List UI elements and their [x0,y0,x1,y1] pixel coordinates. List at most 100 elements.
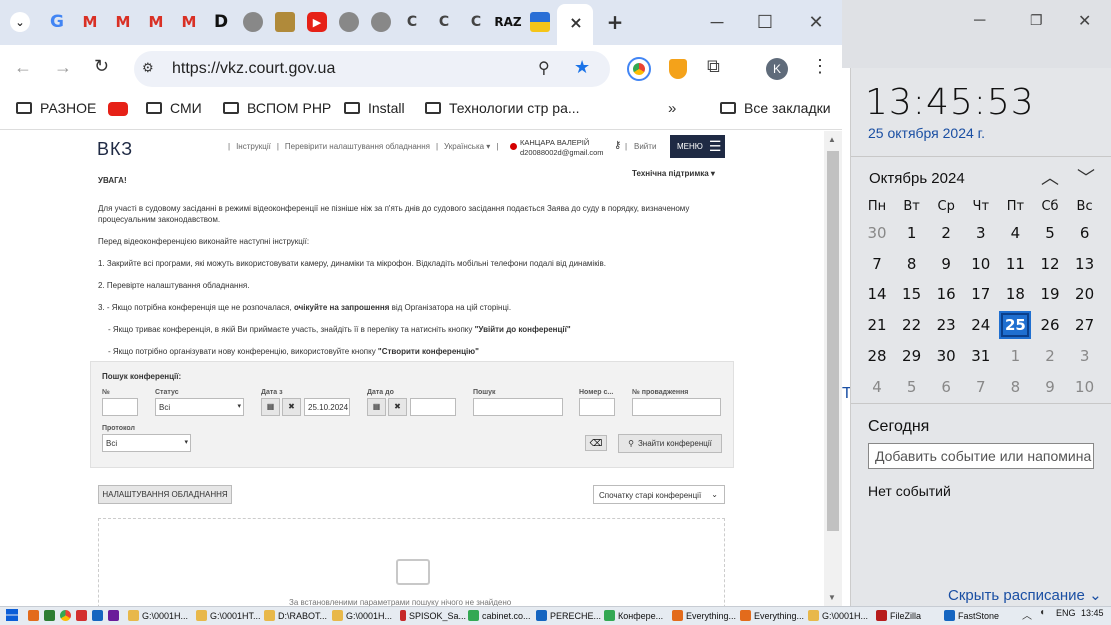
site-info-icon[interactable]: ⚙ [142,60,154,76]
tray-up-icon[interactable]: ︿ [1022,607,1032,622]
prev-month-icon[interactable]: ︿ [1041,164,1059,190]
taskbar-window-button[interactable]: FileZilla [876,607,942,624]
taskbar-window-button[interactable]: Конфере... [604,607,670,624]
bookmark-folder-tech[interactable]: Технологии стр ра... [425,100,580,116]
case-number-input[interactable] [579,398,615,416]
calendar-day[interactable]: 26 [1034,311,1066,339]
calendar-day[interactable]: 28 [861,342,893,370]
tab-gmail-3[interactable]: M [146,12,166,32]
tray-lang[interactable]: ENG [1056,608,1076,618]
url-text[interactable]: https://vkz.court.gov.ua [172,60,335,78]
search-text-input[interactable] [473,398,563,416]
logout-link[interactable]: Вийти [634,142,656,151]
scroll-down-icon[interactable]: ▼ [828,593,836,602]
tab-search-icon[interactable]: ⌄ [10,12,30,32]
bookmark-folder-smi[interactable]: СМИ [146,100,202,116]
address-bar[interactable]: ⚙ https://vkz.court.gov.ua ⚲ ★ [134,51,610,87]
taskbar-window-button[interactable]: G:\0001HT... [196,607,262,624]
new-tab-button[interactable]: + [605,10,625,34]
calendar-day[interactable]: 15 [896,280,928,308]
chrome-menu-icon[interactable]: ⋮ [811,56,829,77]
calendar-day[interactable]: 21 [861,311,893,339]
tab-ua-flag-icon[interactable] [530,12,550,32]
taskbar-window-button[interactable]: D:\RABOT... [264,607,330,624]
zoom-icon[interactable]: ⚲ [538,58,550,78]
calendar-day[interactable]: 4 [861,373,893,401]
minimize-icon[interactable]: ─ [974,12,985,30]
scroll-thumb[interactable] [827,151,839,531]
maximize-icon[interactable]: ☐ [753,10,777,34]
taskbar-app-icon[interactable] [44,610,55,621]
taskbar-window-button[interactable]: SPISOK_Sa... [400,607,466,624]
calendar-day[interactable]: 10 [965,250,997,278]
calendar-day[interactable]: 7 [861,250,893,278]
clock-date[interactable]: 25 октября 2024 г. [868,125,985,141]
user-name[interactable]: КАНЦАРА ВАЛЕРІЙ [520,138,589,147]
month-title[interactable]: Октябрь 2024 [869,170,965,187]
tab-close-icon[interactable]: × [566,12,586,32]
calendar-day[interactable]: 8 [896,250,928,278]
calendar-day[interactable]: 4 [999,219,1031,247]
calendar-day[interactable]: 5 [1034,219,1066,247]
tab-c3[interactable]: C [466,12,486,32]
bookmark-folder-install[interactable]: Install [344,100,405,116]
nav-language[interactable]: Українська ▾ [444,142,490,151]
taskbar-app-icon[interactable] [28,610,39,621]
bookmark-folder-raznoe[interactable]: РАЗНОЕ [16,100,96,116]
tab-gmail-1[interactable]: M [80,12,100,32]
nav-check-equipment[interactable]: Перевірити налаштування обладнання [285,142,430,151]
tab-google[interactable]: G [47,12,67,32]
tab-globe-icon-2[interactable] [339,12,359,32]
nav-instructions[interactable]: Інструкції [236,142,271,151]
tab-raz[interactable]: RAZ [494,12,521,32]
minimize-icon[interactable]: ─ [705,10,729,34]
more-bookmarks-icon[interactable]: » [668,100,676,117]
profile-avatar[interactable]: K [766,58,788,80]
tab-site-icon[interactable] [275,12,295,32]
hide-schedule-link[interactable]: Скрыть расписание ⌄ [948,586,1102,604]
tab-d[interactable]: D [211,12,231,32]
restore-icon[interactable]: ❐ [1030,12,1043,29]
chrome-extension-icon[interactable] [627,57,651,81]
calendar-day[interactable]: 24 [965,311,997,339]
calendar-day[interactable]: 10 [1069,373,1101,401]
calendar-day[interactable]: 14 [861,280,893,308]
tab-c1[interactable]: C [402,12,422,32]
date-from-calendar-button[interactable]: ▦ [261,398,280,416]
calendar-day[interactable]: 2 [930,219,962,247]
calendar-day[interactable]: 13 [1069,250,1101,278]
equipment-settings-button[interactable]: НАЛАШТУВАННЯ ОБЛАДНАННЯ [98,485,232,504]
taskbar-app-icon[interactable] [92,610,103,621]
find-conferences-button[interactable]: ⚲ Знайти конференції [618,434,722,453]
calendar-day[interactable]: 7 [965,373,997,401]
sort-select[interactable]: Спочатку старі конференції ⌄ [593,485,725,504]
back-icon[interactable]: ← [14,57,32,78]
bookmark-folder-all[interactable]: Все закладки [720,100,831,116]
taskbar-window-button[interactable]: Everything... [740,607,806,624]
tab-gmail-4[interactable]: M [179,12,199,32]
taskbar-window-button[interactable]: Everything... [672,607,738,624]
date-to-calendar-button[interactable]: ▦ [367,398,386,416]
calendar-day[interactable]: 3 [965,219,997,247]
calendar-day[interactable]: 30 [861,219,893,247]
clear-filters-button[interactable]: ⌫ [585,435,607,451]
calendar-day[interactable]: 16 [930,280,962,308]
taskbar-window-button[interactable]: cabinet.co... [468,607,534,624]
bookmark-youtube-icon[interactable] [108,102,128,116]
taskbar-app-icon[interactable] [76,610,87,621]
date-to-input[interactable] [410,398,456,416]
bookmark-star-icon[interactable]: ★ [574,57,590,78]
menu-button[interactable]: МЕНЮ ☰ [670,135,725,158]
date-from-input[interactable]: 25.10.2024 [304,398,350,416]
bookmark-folder-vspom[interactable]: ВСПОМ PHP [223,100,331,116]
date-to-clear-button[interactable]: ✖ [388,398,407,416]
taskbar-chrome-icon[interactable] [60,610,71,621]
calendar-day[interactable]: 9 [930,250,962,278]
calendar-day[interactable]: 11 [999,250,1031,278]
proceeding-number-input[interactable] [632,398,721,416]
calendar-day[interactable]: 2 [1034,342,1066,370]
calendar-day[interactable]: 12 [1034,250,1066,278]
reload-icon[interactable]: ↻ [94,56,109,77]
calendar-day[interactable]: 27 [1069,311,1101,339]
page-scrollbar[interactable]: ▲ ▼ [824,131,842,606]
